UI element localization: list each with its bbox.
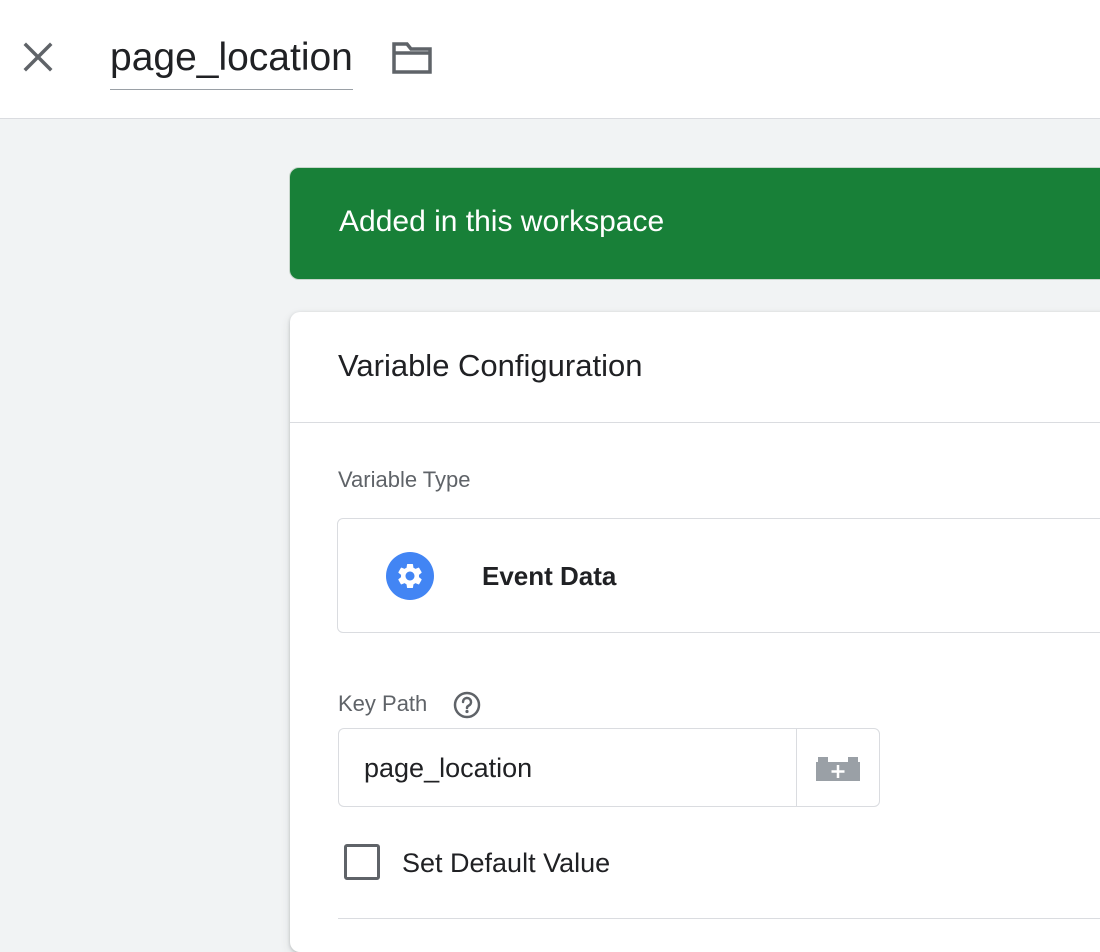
section-divider: [338, 918, 1100, 919]
variable-type-label: Variable Type: [338, 467, 471, 492]
workspace-status-banner: Added in this workspace: [289, 167, 1100, 280]
variable-picker-icon: [816, 756, 860, 781]
variable-configuration-card: Variable Configuration Variable Type Eve…: [290, 312, 1100, 952]
help-icon[interactable]: [452, 690, 482, 720]
variable-name-field[interactable]: page_location: [110, 30, 353, 90]
close-button[interactable]: [18, 37, 58, 77]
key-path-label: Key Path: [338, 691, 428, 716]
variable-name: page_location: [110, 36, 353, 79]
close-icon: [23, 42, 53, 72]
key-path-value: page_location: [364, 753, 533, 783]
insert-variable-button[interactable]: [796, 728, 880, 807]
folder-icon: [392, 42, 432, 74]
variable-type-name: Event Data: [482, 561, 617, 591]
folder-button[interactable]: [388, 36, 436, 80]
editor-header: page_location: [0, 0, 1100, 119]
set-default-value-label: Set Default Value: [402, 848, 611, 878]
set-default-value-checkbox[interactable]: [344, 844, 380, 880]
gear-icon: [398, 564, 422, 588]
variable-type-icon: [386, 552, 434, 600]
card-divider: [290, 422, 1100, 423]
key-path-input[interactable]: page_location: [338, 728, 798, 807]
card-title: Variable Configuration: [338, 348, 643, 383]
banner-text: Added in this workspace: [339, 205, 665, 238]
variable-type-selector[interactable]: Event Data: [337, 518, 1100, 633]
